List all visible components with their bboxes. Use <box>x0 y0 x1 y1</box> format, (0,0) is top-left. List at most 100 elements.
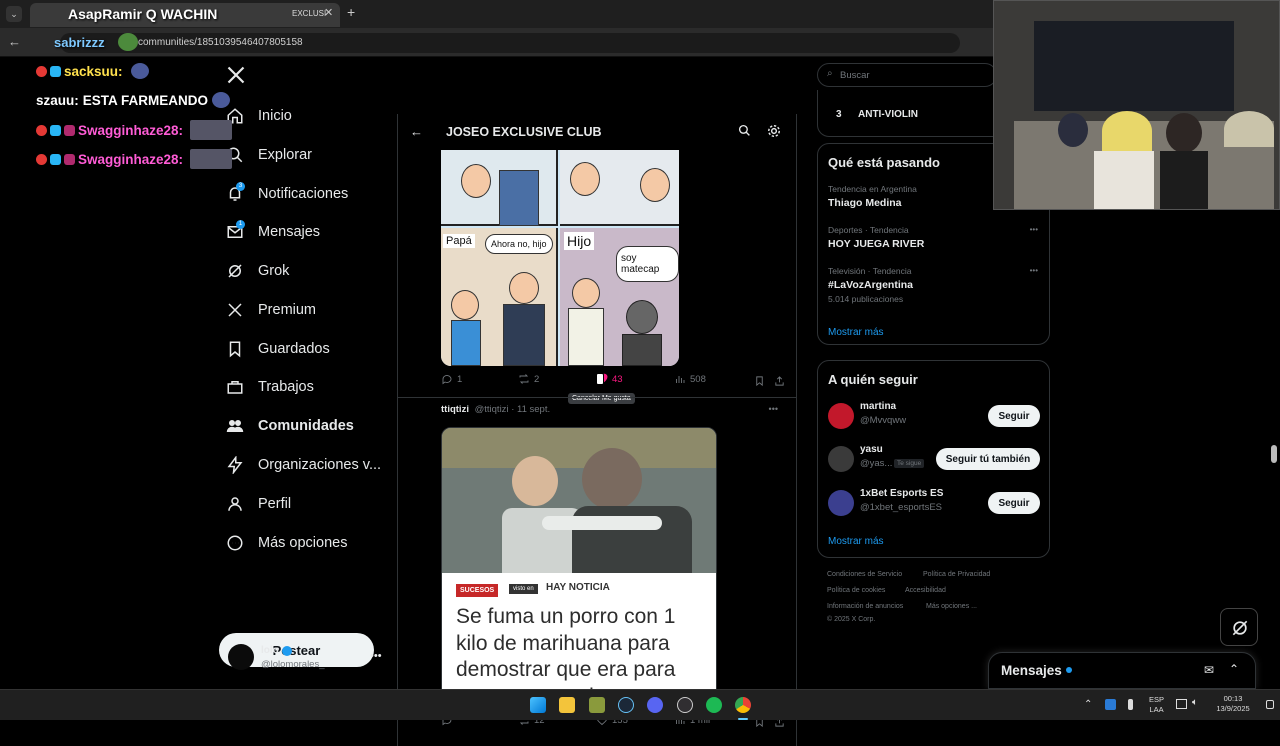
share-icon[interactable] <box>774 374 785 392</box>
community-feed: ← JOSEO EXCLUSIVE CLUB Papá Ahora no, hi… <box>397 114 797 746</box>
sidebar-item-premium[interactable]: Premium <box>226 298 316 322</box>
lang-layout: LAA <box>1149 705 1164 714</box>
show-more-link[interactable]: Mostrar más <box>828 327 884 338</box>
back-arrow-icon[interactable]: ← <box>410 124 423 139</box>
news-image[interactable]: SUCESOS visto en HAY NOTICIA Se fuma un … <box>441 427 717 706</box>
footer-link[interactable]: Condiciones de Servicio <box>827 571 902 578</box>
clock-time: 00:13 <box>1223 694 1243 703</box>
post-more-icon[interactable]: ••• <box>769 404 778 414</box>
x-logo-icon[interactable] <box>226 65 246 87</box>
sidebar-item-label: Más opciones <box>258 535 348 551</box>
comic-image[interactable]: Papá Ahora no, hijo Hijo soy matecap <box>441 150 679 366</box>
sidebar-item-organizaciones-v[interactable]: Organizaciones v... <box>226 453 381 477</box>
sidebar-item-grok[interactable]: Grok <box>226 259 289 283</box>
follow-name: 1xBet Esports ES <box>860 488 944 499</box>
sidebar-item-guardados[interactable]: Guardados <box>226 337 330 361</box>
post-author[interactable]: ttiqtizi <box>441 404 469 415</box>
notification-icon[interactable] <box>1266 700 1274 709</box>
reply-button[interactable]: 1 <box>441 373 462 385</box>
account-switcher[interactable]: lolo @lolomorales_ ••• <box>228 644 388 676</box>
spotify-icon[interactable] <box>706 697 722 713</box>
chat-emote-icon <box>190 149 233 169</box>
sidebar-item-perfil[interactable]: Perfil <box>226 492 291 516</box>
sidebar-item-más-opciones[interactable]: Más opciones <box>226 531 347 555</box>
sidebar-item-comunidades[interactable]: Comunidades <box>226 414 354 438</box>
sidebar-item-trabajos[interactable]: Trabajos <box>226 375 314 399</box>
back-arrow-icon[interactable]: ← <box>8 34 21 49</box>
grok-float-button[interactable] <box>1220 608 1258 646</box>
clock[interactable]: 00:13 13/9/2025 <box>1212 694 1254 714</box>
network-icon[interactable] <box>1176 699 1187 709</box>
webcam-overlay <box>993 0 1280 210</box>
chrome-icon[interactable] <box>735 697 751 713</box>
follow-button[interactable]: Seguir tú también <box>936 448 1040 470</box>
avatar[interactable] <box>828 403 854 429</box>
rule-number: 3 <box>836 109 842 120</box>
steam-icon[interactable] <box>618 697 634 713</box>
tray-app-icon[interactable] <box>1105 699 1116 710</box>
footer-link[interactable]: Accesibilidad <box>905 587 946 594</box>
expand-chevron-icon[interactable]: ⌃ <box>1229 662 1239 676</box>
trend-item[interactable]: Deportes · Tendencia HOY JUEGA RIVER ••• <box>828 225 1038 253</box>
chat-username: sacksuu: <box>64 63 123 79</box>
avatar[interactable] <box>828 490 854 516</box>
bookmark-icon[interactable] <box>754 374 765 392</box>
trend-item[interactable]: Televisión · Tendencia #LaVozArgentina 5.0… <box>828 266 1038 304</box>
views-stat[interactable]: 508 <box>674 373 706 385</box>
new-tab-button[interactable]: + <box>347 4 355 20</box>
sidebar-item-label: Grok <box>258 263 290 279</box>
comic-speech-bubble: Ahora no, hijo <box>485 234 553 254</box>
search-field[interactable]: ⌕ Buscar <box>817 63 997 87</box>
repost-button[interactable]: 2 <box>518 373 539 385</box>
follow-suggestion[interactable]: yasu @yas... Te sigue Seguir tú también <box>828 444 1040 478</box>
input-language[interactable]: ESP LAA <box>1149 695 1164 715</box>
search-icon[interactable] <box>738 124 751 142</box>
follow-button[interactable]: Seguir <box>988 405 1040 427</box>
obs-icon[interactable] <box>677 697 693 713</box>
copyright: © 2025 X Corp. <box>827 616 876 623</box>
messages-drawer[interactable]: Mensajes ✉ ⌃ <box>988 652 1256 689</box>
show-more-link-2[interactable]: Mostrar más <box>828 536 884 547</box>
url-field[interactable]: communities/1851039546407805158 <box>60 33 960 53</box>
follow-handle: @yas... <box>860 458 893 469</box>
start-windows-icon[interactable] <box>530 697 546 713</box>
post-date[interactable]: 11 sept. <box>517 404 550 415</box>
volume-icon[interactable]: 🔈︎ <box>1192 697 1198 708</box>
sidebar-item-explorar[interactable]: Explorar <box>226 143 312 167</box>
new-message-icon[interactable]: ✉ <box>1204 663 1214 677</box>
clock-date: 13/9/2025 <box>1216 704 1250 713</box>
scrollbar[interactable] <box>1271 445 1277 463</box>
follow-suggestion[interactable]: 1xBet Esports ES @1xbet_esportsES Seguir <box>828 488 1040 522</box>
avatar[interactable] <box>828 446 854 472</box>
discord-icon[interactable] <box>647 697 663 713</box>
news-photo <box>442 428 716 573</box>
file-explorer-icon[interactable] <box>559 697 575 713</box>
settings-gear-icon[interactable] <box>767 124 781 143</box>
tab-menu-button[interactable]: ⌄ <box>6 6 22 22</box>
sidebar-item-notificaciones[interactable]: 3 Notificaciones <box>226 182 348 206</box>
community-title: JOSEO EXCLUSIVE CLUB <box>446 125 602 139</box>
news-source: HAY NOTICIA <box>546 582 610 593</box>
follow-suggestion[interactable]: martina @Mvvqww Seguir <box>828 401 1040 435</box>
tray-chevron-icon[interactable]: ⌃ <box>1084 699 1092 710</box>
rule-text: ANTI-VIOLIN <box>858 109 918 120</box>
news-source-prefix: visto en <box>509 584 538 594</box>
post-handle[interactable]: @ttiqtizi <box>475 404 509 415</box>
footer-link[interactable]: Política de cookies <box>827 587 885 594</box>
more-dots-icon[interactable]: ••• <box>370 650 382 662</box>
stream-overlay-url-text: sabrizzz <box>54 35 105 50</box>
grok-icon <box>226 262 258 280</box>
tab-close-icon[interactable]: ✕ <box>324 6 333 19</box>
footer-link[interactable]: Más opciones ... <box>926 603 977 610</box>
tray-app-icon-2[interactable] <box>1128 699 1133 710</box>
sidebar-item-inicio[interactable]: Inicio <box>226 104 292 128</box>
trend-more-icon[interactable]: ••• <box>1030 225 1038 234</box>
follow-button[interactable]: Seguir <box>988 492 1040 514</box>
footer-link[interactable]: Política de Privacidad <box>923 571 990 578</box>
browser-tab-active[interactable]: AsapRamir Q WACHIN EXCLUSI <box>30 3 340 27</box>
footer-link[interactable]: Información de anuncios <box>827 603 903 610</box>
people-icon <box>226 417 258 435</box>
trend-more-icon[interactable]: ••• <box>1030 266 1038 275</box>
app-icon[interactable] <box>589 697 605 713</box>
sidebar-item-mensajes[interactable]: 1 Mensajes <box>226 220 320 244</box>
